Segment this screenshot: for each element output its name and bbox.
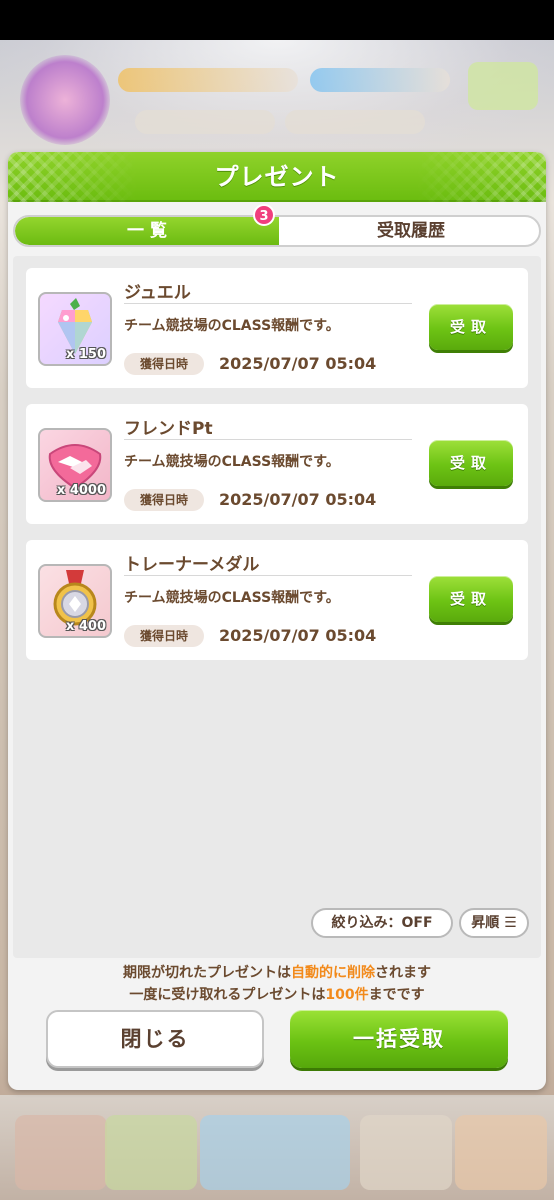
- tab-list-label[interactable]: 一 覧: [15, 217, 279, 245]
- medal-icon: x 400: [38, 564, 112, 638]
- background-status-bar: [118, 68, 298, 92]
- sort-lines-icon: ☰: [504, 915, 517, 931]
- sort-button-label: 昇順: [471, 915, 500, 931]
- notice-highlight: 100件: [325, 987, 369, 1003]
- background-status-bar: [468, 62, 538, 110]
- date-value: 2025/07/07 05:04: [219, 354, 377, 373]
- item-description: チーム競技場のCLASS報酬です。: [124, 590, 340, 606]
- date-label: 獲得日時: [124, 489, 204, 511]
- date-label: 獲得日時: [124, 353, 204, 375]
- notice-text: 期限が切れたプレゼントは: [123, 965, 291, 981]
- notice-highlight: 自動的に削除: [291, 965, 375, 981]
- divider: [124, 575, 412, 576]
- item-description: チーム競技場のCLASS報酬です。: [124, 454, 340, 470]
- notice-limit: 一度に受け取れるプレゼントは100件までです: [8, 984, 546, 1004]
- modal-title: プレゼント: [214, 163, 340, 191]
- close-button[interactable]: 閉じる: [46, 1010, 264, 1068]
- item-name: トレーナーメダル: [124, 555, 260, 575]
- receive-button[interactable]: 受取: [429, 440, 513, 486]
- item-quantity: x 400: [65, 619, 106, 634]
- item-quantity: x 4000: [56, 483, 106, 498]
- sort-button[interactable]: 昇順 ☰: [459, 908, 529, 938]
- jewel-icon: x 150: [38, 292, 112, 366]
- modal-header: プレゼント: [8, 152, 546, 202]
- date-label: 獲得日時: [124, 625, 204, 647]
- present-modal: プレゼント 一 覧 受取履歴 3 x 150 ジュエル チーム競技場のCLASS…: [8, 152, 546, 1090]
- background-currency-bar: [135, 110, 275, 134]
- notice-text: までです: [368, 987, 425, 1003]
- background-status-bar: [310, 68, 450, 92]
- date-value: 2025/07/07 05:04: [219, 626, 377, 645]
- background-menu-tile: [200, 1115, 350, 1190]
- receive-button[interactable]: 受取: [429, 576, 513, 622]
- background-menu-tile: [360, 1115, 452, 1190]
- present-item-jewel: x 150 ジュエル チーム競技場のCLASS報酬です。 獲得日時 2025/0…: [26, 268, 528, 388]
- notice-text: 一度に受け取れるプレゼントは: [129, 987, 326, 1003]
- present-item-trainer-medal: x 400 トレーナーメダル チーム競技場のCLASS報酬です。 獲得日時 20…: [26, 540, 528, 660]
- background-menu-tile: [455, 1115, 547, 1190]
- tab-bar: 一 覧 受取履歴: [13, 215, 541, 247]
- unread-count-badge: 3: [253, 204, 275, 226]
- tab-history[interactable]: 受取履歴: [279, 217, 539, 245]
- item-quantity: x 150: [65, 347, 106, 362]
- item-description: チーム競技場のCLASS報酬です。: [124, 318, 340, 334]
- notice-text: されます: [375, 965, 431, 981]
- item-name: フレンドPt: [124, 419, 213, 439]
- item-name: ジュエル: [124, 283, 191, 303]
- divider: [124, 303, 412, 304]
- background-menu-tile: [105, 1115, 197, 1190]
- background-event-logo: [20, 55, 110, 145]
- date-value: 2025/07/07 05:04: [219, 490, 377, 509]
- divider: [124, 439, 412, 440]
- background-menu-tile: [15, 1115, 107, 1190]
- notice-expiry: 期限が切れたプレゼントは自動的に削除されます: [8, 962, 546, 982]
- filter-button[interactable]: 絞り込み：OFF: [311, 908, 453, 938]
- handshake-icon: x 4000: [38, 428, 112, 502]
- present-item-friend-pt: x 4000 フレンドPt チーム競技場のCLASS報酬です。 獲得日時 202…: [26, 404, 528, 524]
- receive-button[interactable]: 受取: [429, 304, 513, 350]
- receive-all-button[interactable]: 一括受取: [290, 1010, 508, 1068]
- background-currency-bar: [285, 110, 425, 134]
